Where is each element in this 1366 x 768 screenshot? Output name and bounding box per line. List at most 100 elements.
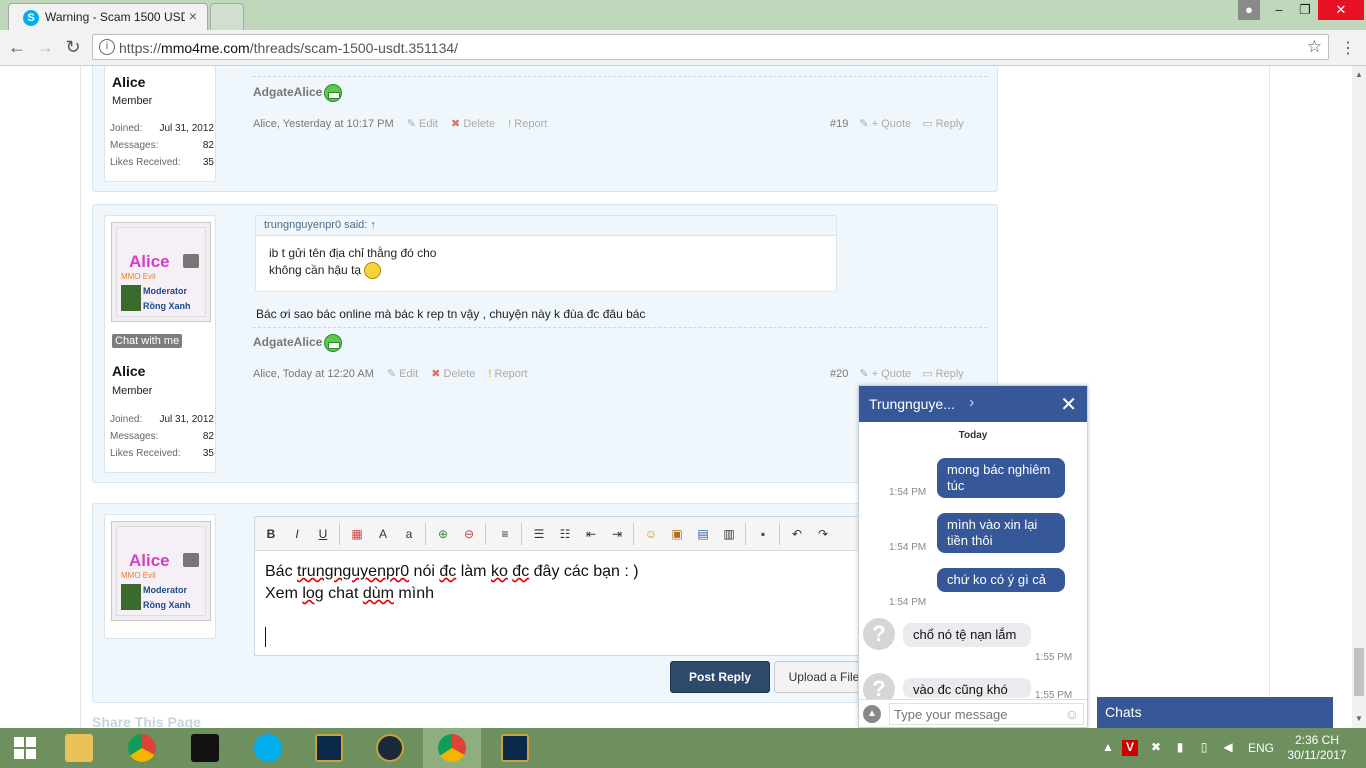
numbered-list-icon[interactable]: ☷ xyxy=(555,524,575,544)
misspelled-word: trungnguyenpr0 xyxy=(297,563,410,580)
close-window-button[interactable]: ✕ xyxy=(1318,0,1364,20)
back-arrow-icon[interactable]: ← xyxy=(6,36,28,58)
chat-header[interactable]: Trungnguye... › ✕ xyxy=(859,386,1087,422)
taskbar-league[interactable] xyxy=(300,728,358,768)
editor-content[interactable]: Bác trungnguyenpr0 nói đc làm ko đc đây … xyxy=(265,561,639,605)
taskbar-league-2[interactable] xyxy=(361,728,419,768)
redo-icon[interactable]: ↷ xyxy=(813,524,833,544)
save-icon[interactable]: ▪ xyxy=(753,524,773,544)
quote-label: + Quote xyxy=(871,118,912,130)
outdent-icon[interactable]: ⇤ xyxy=(581,524,601,544)
taskbar-league-3[interactable] xyxy=(486,728,544,768)
bookmark-star-icon[interactable]: ☆ xyxy=(1307,37,1322,57)
chat-with-me-button[interactable]: Chat with me xyxy=(112,334,183,348)
report-label: Report xyxy=(494,368,528,380)
quote-author[interactable]: trungnguyenpr0 said: ↑ xyxy=(256,216,836,236)
font-family-icon[interactable]: a xyxy=(399,524,419,544)
link-icon[interactable]: ⊕ xyxy=(433,524,453,544)
username[interactable]: Alice xyxy=(112,363,145,379)
quote-link[interactable]: ✎ + Quote xyxy=(859,118,911,130)
expand-icon[interactable]: ▲ xyxy=(863,705,881,723)
forward-arrow-icon[interactable]: → xyxy=(34,36,56,58)
tray-bars-icon[interactable]: ▮ xyxy=(1172,740,1188,756)
scroll-up-icon[interactable]: ▲ xyxy=(1355,70,1363,79)
taskbar-explorer[interactable] xyxy=(50,728,108,768)
scroll-thumb[interactable] xyxy=(1354,648,1364,696)
chats-bar[interactable]: Chats xyxy=(1097,697,1333,728)
url-text[interactable]: https://mmo4me.com/threads/scam-1500-usd… xyxy=(119,40,458,56)
bullet-list-icon[interactable]: ☰ xyxy=(529,524,549,544)
chat-message-time: 1:54 PM xyxy=(889,597,927,608)
post-number[interactable]: #19 xyxy=(830,118,848,130)
quote-link[interactable]: ✎ + Quote xyxy=(859,368,911,380)
edit-link[interactable]: ✎ Edit xyxy=(387,368,418,380)
reply-editor[interactable]: B I U ▦ A a ⊕ ⊖ ≡ ☰ ☷ ⇤ ⇥ ☺ ▣ ▤ ▥ ▪ ↶ ↷ … xyxy=(254,516,894,656)
avatar[interactable]: Alice MMO Evil Moderator Rồng Xanh xyxy=(111,222,211,322)
close-icon[interactable]: ✕ xyxy=(1060,392,1077,417)
taskbar-chrome-active[interactable] xyxy=(423,728,481,768)
delete-link[interactable]: ✖ Delete xyxy=(431,368,475,380)
taskbar-skype[interactable] xyxy=(239,728,297,768)
start-button[interactable] xyxy=(0,728,50,768)
page-scrollbar[interactable]: ▲ ▼ xyxy=(1352,66,1366,728)
indent-icon[interactable]: ⇥ xyxy=(607,524,627,544)
post-number[interactable]: #20 xyxy=(830,368,848,380)
unlink-icon[interactable]: ⊖ xyxy=(459,524,479,544)
tab-close-icon[interactable]: × xyxy=(189,8,197,24)
report-link[interactable]: ! Report xyxy=(508,118,547,130)
volume-icon[interactable]: ◀ xyxy=(1220,740,1236,756)
reload-icon[interactable]: ↻ xyxy=(62,36,84,58)
avatar-mod: Moderator xyxy=(143,585,188,595)
profile-icon[interactable]: ● xyxy=(1238,0,1260,20)
post-reply-button[interactable]: Post Reply xyxy=(670,661,770,693)
avatar-name: Alice xyxy=(129,551,170,570)
image-icon[interactable]: ▣ xyxy=(667,524,687,544)
tray-expand-icon[interactable]: ▲ xyxy=(1100,740,1116,756)
font-size-icon[interactable]: A xyxy=(373,524,393,544)
clock[interactable]: 2:36 CH 30/11/2017 xyxy=(1286,733,1348,763)
minimize-button[interactable]: – xyxy=(1266,0,1292,20)
align-icon[interactable]: ≡ xyxy=(495,524,515,544)
edit-link[interactable]: ✎ Edit xyxy=(407,118,438,130)
chat-title[interactable]: Trungnguye... xyxy=(869,396,955,412)
taskbar-garena[interactable] xyxy=(176,728,234,768)
new-tab-button[interactable] xyxy=(210,3,244,30)
color-grid-icon[interactable]: ▦ xyxy=(347,524,367,544)
media-icon[interactable]: ▤ xyxy=(693,524,713,544)
report-link[interactable]: ! Report xyxy=(488,368,527,380)
delete-link[interactable]: ✖ Delete xyxy=(451,118,495,130)
post-author-date[interactable]: Alice, Today at 12:20 AM xyxy=(253,368,374,380)
info-icon[interactable]: i xyxy=(99,39,115,55)
vivo-icon[interactable]: V xyxy=(1122,740,1138,756)
network-error-icon[interactable]: ✖ xyxy=(1148,740,1164,756)
underline-button[interactable]: U xyxy=(313,524,333,544)
browser-toolbar: ← → ↻ i https://mmo4me.com/threads/scam-… xyxy=(0,30,1366,66)
emoji-icon[interactable]: ☺ xyxy=(1065,706,1079,722)
post-author-date[interactable]: Alice, Yesterday at 10:17 PM xyxy=(253,118,394,130)
messages-value: 82 xyxy=(202,140,214,151)
tray-app-icon[interactable]: ▯ xyxy=(1196,740,1212,756)
post-text: Bác ơi sao bác online mà bác k rep tn vậ… xyxy=(256,307,646,321)
scroll-down-icon[interactable]: ▼ xyxy=(1355,714,1363,723)
taskbar-chrome[interactable] xyxy=(113,728,171,768)
smilie-icon[interactable]: ☺ xyxy=(641,524,661,544)
undo-icon[interactable]: ↶ xyxy=(787,524,807,544)
reply-link[interactable]: ▭ Reply xyxy=(922,368,964,380)
insert-icon[interactable]: ▥ xyxy=(719,524,739,544)
user-card: Alice MMO Evil Moderator Rồng Xanh Chat … xyxy=(104,215,216,473)
italic-button[interactable]: I xyxy=(287,524,307,544)
address-bar[interactable]: i https://mmo4me.com/threads/scam-1500-u… xyxy=(92,34,1329,60)
browser-menu-icon[interactable]: ⋮ xyxy=(1340,38,1356,58)
language-indicator[interactable]: ENG xyxy=(1248,741,1274,755)
chrome-icon xyxy=(438,734,466,762)
avatar[interactable]: Alice MMO Evil Moderator Rồng Xanh xyxy=(111,521,211,621)
reply-link[interactable]: ▭ Reply xyxy=(922,118,964,130)
username[interactable]: Alice xyxy=(112,74,145,90)
maximize-button[interactable]: ❐ xyxy=(1292,0,1318,20)
post-meta: Alice, Today at 12:20 AM ✎ Edit ✖ Delete… xyxy=(253,367,528,380)
bold-button[interactable]: B xyxy=(261,524,281,544)
chat-message-input[interactable] xyxy=(889,703,1084,725)
chevron-right-icon[interactable]: › xyxy=(969,394,974,412)
browser-tab[interactable]: S Warning - Scam 1500 USDT × xyxy=(8,3,208,30)
contact-avatar-icon: ? xyxy=(863,618,895,650)
